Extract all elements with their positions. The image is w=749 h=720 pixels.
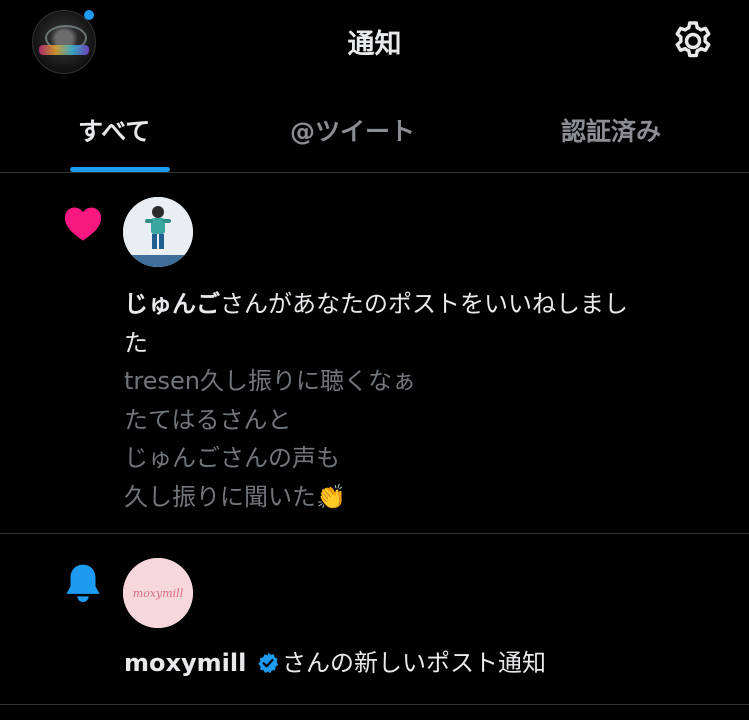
page-title: 通知 — [347, 29, 402, 60]
post-preview-line: tresen久し振りに聴くなぁ — [124, 367, 416, 395]
gear-icon[interactable] — [670, 18, 716, 64]
divider — [0, 172, 749, 173]
verified-badge-icon — [258, 652, 279, 674]
header: 通知 — [0, 0, 749, 88]
divider — [0, 704, 749, 705]
user-avatar-jungo[interactable] — [123, 197, 193, 267]
avatar-logo: moxymill — [123, 558, 193, 628]
action-text: さんがあなたのポストをいいねしまし — [220, 290, 628, 318]
tab-mentions[interactable]: @ツイート — [290, 112, 415, 148]
post-preview-line: じゅんごさんの声も — [124, 444, 340, 472]
post-preview-line: 久し振りに聞いた👏 — [124, 482, 346, 511]
user-name[interactable]: moxymill — [124, 649, 246, 677]
user-name[interactable]: じゅんご — [124, 290, 220, 318]
post-preview-line: たてはるさんと — [124, 405, 292, 434]
bell-icon — [66, 564, 100, 602]
heart-icon — [64, 207, 102, 241]
notification-text: じゅんごさんがあなたのポストをいいねしまし た tresen久し振りに聴くなぁ … — [124, 285, 628, 516]
user-avatar-moxymill[interactable]: moxymill — [123, 558, 193, 628]
tab-all[interactable]: すべて — [78, 112, 150, 148]
notification-text: moxymill さんの新しいポスト通知 — [124, 644, 546, 683]
action-text-continued: た — [124, 328, 148, 357]
tab-verified[interactable]: 認証済み — [561, 112, 661, 148]
divider — [0, 533, 749, 534]
avatar-logo-text: moxymill — [133, 587, 184, 600]
unread-dot — [84, 10, 94, 20]
avatar-photo — [123, 197, 193, 267]
action-text: さんの新しいポスト通知 — [281, 649, 546, 677]
tab-bar: すべて @ツイート 認証済み — [0, 98, 749, 170]
